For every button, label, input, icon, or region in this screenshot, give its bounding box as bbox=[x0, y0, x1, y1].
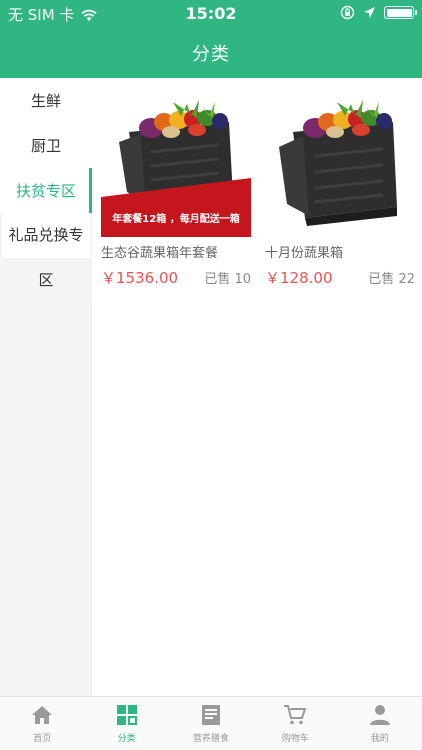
product-meta: ￥1536.00 已售 10 bbox=[101, 267, 251, 288]
status-right bbox=[340, 5, 417, 20]
tab-label: 首页 bbox=[33, 734, 52, 744]
product-card[interactable]: 十月份蔬果箱 ￥128.00 已售 22 bbox=[265, 92, 415, 288]
product-card[interactable]: 年套餐12箱 ，每月配送一箱 生态谷蔬果箱年套餐 ￥1536.00 已售 10 bbox=[101, 92, 251, 288]
tab-profile[interactable]: 我的 bbox=[338, 697, 422, 750]
product-grid: 年套餐12箱 ，每月配送一箱 生态谷蔬果箱年套餐 ￥1536.00 已售 10 bbox=[92, 78, 422, 696]
tab-cart[interactable]: 购物车 bbox=[253, 697, 337, 750]
sidebar-item-poverty-relief[interactable]: 扶贫专区 bbox=[0, 168, 92, 213]
home-icon bbox=[32, 706, 53, 724]
product-name: 十月份蔬果箱 bbox=[265, 246, 344, 261]
product-price: ￥1536.00 bbox=[101, 269, 179, 287]
sidebar-item-label: 生鲜 bbox=[30, 92, 61, 110]
tab-home[interactable]: 首页 bbox=[0, 697, 84, 750]
product-price: ￥128.00 bbox=[265, 269, 333, 287]
sidebar-item-label-continued: 区 bbox=[38, 271, 54, 289]
sidebar-item-label: 扶贫专区 bbox=[15, 182, 76, 200]
product-image bbox=[265, 92, 415, 237]
tab-nutrition[interactable]: 营养膳食 bbox=[169, 697, 253, 750]
battery-icon bbox=[384, 6, 417, 19]
product-meta: ￥128.00 已售 22 bbox=[265, 267, 415, 288]
tab-label: 我的 bbox=[370, 734, 389, 744]
tab-label: 购物车 bbox=[281, 734, 309, 744]
promo-banner-text: 年套餐12箱 ，每月配送一箱 bbox=[112, 212, 239, 225]
document-icon bbox=[202, 705, 221, 725]
rotation-lock-icon bbox=[340, 5, 355, 20]
page-title: 分类 bbox=[192, 44, 230, 65]
cart-icon bbox=[284, 705, 307, 725]
sidebar-item-label: 礼品兑换专 bbox=[2, 213, 90, 258]
sold-count: 已售 10 bbox=[204, 272, 251, 287]
status-bar: 无 SIM 卡 15:02 bbox=[0, 0, 422, 28]
category-sidebar: 生鲜 厨卫 扶贫专区 礼品兑换专 区 bbox=[0, 78, 92, 696]
product-image: 年套餐12箱 ，每月配送一箱 bbox=[101, 92, 251, 237]
sidebar-item-label: 厨卫 bbox=[30, 137, 61, 155]
bottom-tab-bar: 首页 分类 营养膳食 购物车 我的 bbox=[0, 696, 422, 750]
sold-count: 已售 22 bbox=[368, 272, 415, 287]
category-grid-icon bbox=[116, 705, 137, 725]
user-icon bbox=[369, 705, 390, 725]
tab-label: 分类 bbox=[117, 734, 136, 744]
tab-label: 营养膳食 bbox=[193, 734, 230, 744]
tab-category[interactable]: 分类 bbox=[84, 697, 168, 750]
sidebar-item-kitchen[interactable]: 厨卫 bbox=[0, 123, 92, 168]
location-arrow-icon bbox=[364, 7, 375, 18]
sidebar-item-gift-exchange[interactable]: 礼品兑换专 区 bbox=[0, 213, 92, 303]
app-header: 无 SIM 卡 15:02 分类 bbox=[0, 0, 422, 78]
product-name: 生态谷蔬果箱年套餐 bbox=[101, 246, 219, 261]
sidebar-item-fresh[interactable]: 生鲜 bbox=[0, 78, 92, 123]
